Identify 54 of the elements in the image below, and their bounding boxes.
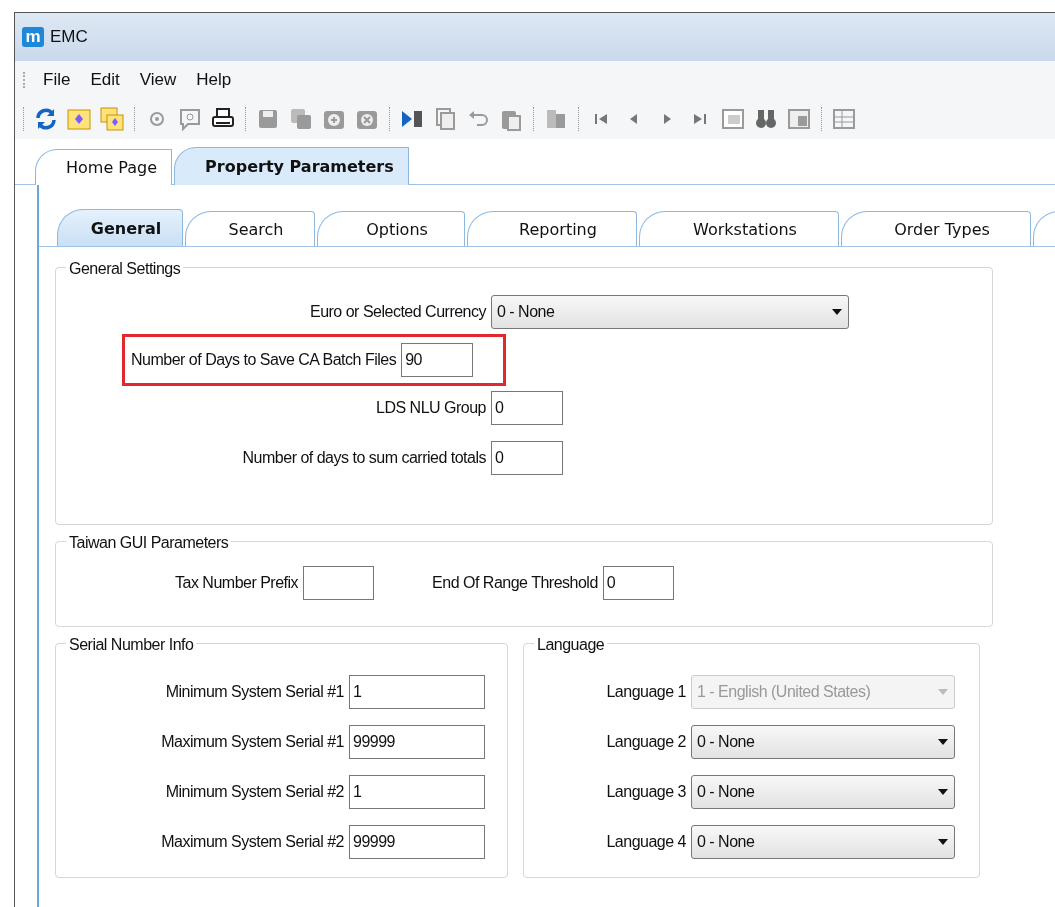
dropdown[interactable]: 0 - None xyxy=(691,775,955,809)
menu-item[interactable]: Edit xyxy=(82,64,128,96)
input-field[interactable] xyxy=(303,566,375,600)
input-field[interactable]: 0 xyxy=(491,391,563,425)
field-label: Tax Number Prefix xyxy=(175,573,299,593)
caret-icon xyxy=(937,838,949,846)
input-field[interactable]: 99999 xyxy=(349,725,485,759)
field-label: Language 3 xyxy=(605,782,686,802)
refresh-icon[interactable] xyxy=(33,106,59,132)
caret-icon xyxy=(937,688,949,696)
caret-icon xyxy=(831,308,843,316)
field-label: Language 1 xyxy=(605,682,686,702)
speech-bubble-icon[interactable] xyxy=(177,106,203,132)
caret-icon xyxy=(937,738,949,746)
dropdown[interactable]: 0 - None xyxy=(691,725,955,759)
field-label: Number of Days to Save CA Batch Files xyxy=(131,350,397,370)
field-label: Euro or Selected Currency xyxy=(308,302,486,322)
input-field[interactable]: 1 xyxy=(349,775,485,809)
dropdown[interactable]: 0 - None xyxy=(691,825,955,859)
field-label: Maximum System Serial #2 xyxy=(160,832,344,852)
menu-item[interactable]: Help xyxy=(188,64,240,96)
grid-icon[interactable] xyxy=(831,106,857,132)
field-label: Language 2 xyxy=(605,732,686,752)
field-label: Number of days to sum carried totals xyxy=(241,448,486,468)
tab[interactable]: Order Types xyxy=(841,211,1031,246)
dropdown[interactable]: 0 - None xyxy=(491,295,849,329)
document-tab[interactable]: Property Parameters xyxy=(174,147,409,185)
field-label: Maximum System Serial #1 xyxy=(160,732,344,752)
input-field[interactable]: 0 xyxy=(491,441,563,475)
field-label: End Of Range Threshold xyxy=(432,573,598,593)
folders-icon[interactable] xyxy=(99,106,125,132)
save-all-icon[interactable] xyxy=(288,106,314,132)
input-field[interactable]: 90 xyxy=(401,343,474,377)
tab[interactable]: Search xyxy=(185,211,315,246)
document-tab[interactable]: Home Page xyxy=(35,149,173,185)
menu-item[interactable]: File xyxy=(35,64,79,96)
window-icon[interactable] xyxy=(786,106,812,132)
tab[interactable]: Workstations xyxy=(639,211,839,246)
input-field[interactable]: 1 xyxy=(349,675,485,709)
field-label: LDS NLU Group xyxy=(375,398,486,418)
menu-item[interactable]: View xyxy=(131,64,185,96)
tab[interactable]: Options xyxy=(317,211,465,246)
folder-icon[interactable] xyxy=(66,106,92,132)
caret-icon xyxy=(937,788,949,796)
tab[interactable]: General xyxy=(57,209,183,246)
input-field[interactable]: 99999 xyxy=(349,825,485,859)
input-field[interactable]: 0 xyxy=(602,566,674,600)
field-label: Minimum System Serial #2 xyxy=(164,782,344,802)
field-label: Language 4 xyxy=(605,832,686,852)
window-title: EMC xyxy=(50,26,88,49)
field-label: Minimum System Serial #1 xyxy=(164,682,344,702)
app-logo-icon: m xyxy=(22,27,44,47)
calendar-icon[interactable] xyxy=(720,106,746,132)
tab[interactable]: Reporting xyxy=(467,211,637,246)
